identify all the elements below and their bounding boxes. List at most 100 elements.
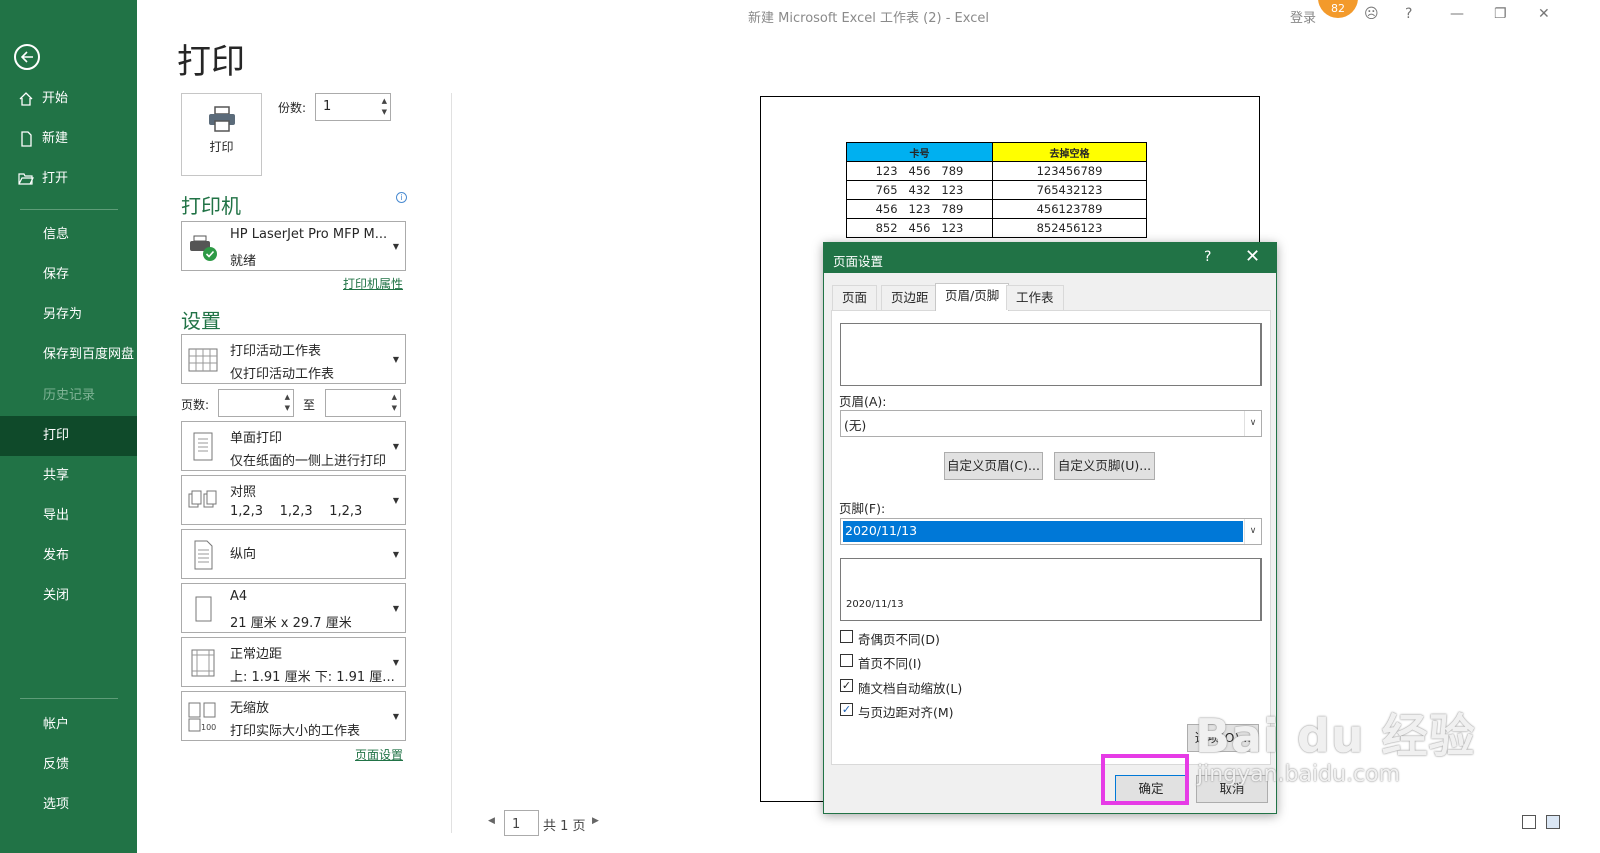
header-preview [840, 323, 1262, 386]
print-button[interactable]: 打印 [181, 93, 262, 176]
show-margins-icon[interactable] [1522, 815, 1536, 829]
page-number-input[interactable]: 1 [504, 810, 539, 836]
nav-item-account[interactable]: 帐户 [0, 705, 137, 745]
nav-item-history: 历史记录 [43, 388, 96, 403]
custom-header-button[interactable]: 自定义页眉(C)... [944, 452, 1043, 480]
nav-item-save-as[interactable]: 另存为 [0, 295, 137, 335]
nav-item-share[interactable]: 共享 [0, 456, 137, 496]
header-select[interactable]: (无) ∨ [840, 410, 1262, 437]
nav-item-home[interactable]: 开始 [0, 79, 137, 119]
paper-size-sub: 21 厘米 x 29.7 厘米 [230, 616, 352, 631]
margins-main: 正常边距 [230, 647, 283, 662]
help-icon[interactable]: ? [1405, 6, 1412, 22]
printer-dropdown[interactable]: HP LaserJet Pro MFP M... 就绪 ▼ [181, 221, 406, 271]
close-icon[interactable]: ✕ [1538, 6, 1550, 22]
paper-size-icon [195, 596, 212, 622]
zoom-to-page-icon[interactable] [1546, 815, 1560, 829]
info-icon[interactable]: i [396, 192, 407, 203]
custom-footer-button[interactable]: 自定义页脚(U)... [1054, 452, 1155, 480]
stepper-arrows-icon[interactable]: ▲ ▼ [285, 392, 290, 414]
minimize-icon[interactable]: — [1450, 6, 1464, 22]
caret-down-icon: ▼ [392, 604, 399, 613]
sign-in-link[interactable]: 登录 [1290, 7, 1316, 26]
check-icon[interactable]: ✓ [840, 703, 853, 716]
table-row: 852 456 123 852456123 [846, 218, 1147, 238]
footer-preview-text: 2020/11/13 [846, 599, 904, 610]
sheet-grid-icon [188, 348, 218, 372]
nav-item-info[interactable]: 信息 [0, 215, 137, 255]
stepper-arrows-icon[interactable]: ▲ ▼ [382, 96, 387, 118]
nav-item-new[interactable]: 新建 [0, 119, 137, 159]
restore-icon[interactable]: ❐ [1494, 6, 1507, 22]
checkbox-box[interactable] [840, 654, 853, 667]
printer-properties-link[interactable]: 打印机属性 [343, 275, 403, 292]
dialog-help-icon[interactable]: ? [1204, 249, 1211, 265]
dialog-close-icon[interactable]: ✕ [1245, 246, 1260, 267]
caret-down-icon: ▼ [392, 550, 399, 559]
next-page-icon[interactable]: ▶ [592, 816, 599, 826]
orientation-dropdown[interactable]: 纵向 ▼ [181, 529, 406, 579]
nav-item-options[interactable]: 选项 [0, 785, 137, 825]
nav-item-feedback[interactable]: 反馈 [0, 745, 137, 785]
checkbox-label: 首页不同(I) [858, 656, 922, 671]
page-setup-link[interactable]: 页面设置 [355, 746, 403, 763]
print-scope-dropdown[interactable]: 打印活动工作表 仅打印活动工作表 ▼ [181, 334, 406, 384]
stepper-arrows-icon[interactable]: ▲ ▼ [392, 392, 397, 414]
nav-item-open[interactable]: 打开 [0, 159, 137, 199]
checkbox-box[interactable] [840, 630, 853, 643]
copies-stepper[interactable]: 1 ▲ ▼ [315, 93, 391, 121]
window-title: 新建 Microsoft Excel 工作表 (2) - Excel [748, 11, 989, 26]
caret-down-icon: ▼ [392, 496, 399, 505]
nav-item-publish[interactable]: 发布 [0, 536, 137, 576]
copies-label: 份数: [278, 101, 307, 115]
collate-sub: 1,2,3 1,2,3 1,2,3 [230, 504, 363, 519]
sides-dropdown[interactable]: 单面打印 仅在纸面的一侧上进行打印 ▼ [181, 421, 406, 471]
print-button-label: 打印 [209, 140, 234, 154]
nav-item-label: 开始 [42, 91, 69, 106]
header-label: 页眉(A): [839, 394, 887, 409]
nav-divider [20, 698, 118, 699]
tab-header-footer[interactable]: 页眉/页脚 [935, 283, 1010, 311]
print-scope-sub: 仅打印活动工作表 [230, 367, 335, 382]
checkbox-label: 与页边距对齐(M) [858, 705, 954, 720]
printer-section-title: 打印机 [181, 194, 241, 218]
nav-item-print[interactable]: 打印 [0, 416, 137, 456]
paper-size-dropdown[interactable]: A4 21 厘米 x 29.7 厘米 ▼ [181, 583, 406, 633]
pages-from-stepper[interactable]: ▲ ▼ [218, 389, 294, 417]
paper-size-main: A4 [230, 589, 248, 604]
svg-text:100: 100 [201, 723, 216, 732]
prev-page-icon[interactable]: ◀ [488, 816, 495, 826]
checkbox-label: 随文档自动缩放(L) [858, 681, 963, 696]
back-arrow-icon[interactable] [14, 44, 40, 70]
collate-dropdown[interactable]: 对照 1,2,3 1,2,3 1,2,3 ▼ [181, 475, 406, 525]
table-cell: 852 456 123 [846, 218, 993, 238]
margins-dropdown[interactable]: 正常边距 上: 1.91 厘米 下: 1.91 厘... ▼ [181, 637, 406, 687]
nav-item-close[interactable]: 关闭 [0, 576, 137, 616]
tab-margins[interactable]: 页边距 [881, 285, 939, 310]
check-icon[interactable]: ✓ [840, 679, 853, 692]
nav-item-export[interactable]: 导出 [0, 496, 137, 536]
one-sided-page-icon [193, 432, 213, 461]
backstage-nav: 开始 新建 打开 信息 保存 另存为 保存到百度网盘 历史记录 打印 共享 导出… [0, 0, 137, 853]
table-row: 123 456 789 123456789 [846, 161, 1147, 181]
nav-item-save[interactable]: 保存 [0, 255, 137, 295]
nav-item-save-baidu[interactable]: 保存到百度网盘 [0, 335, 137, 375]
preview-table: 卡号 去掉空格 123 456 789 123456789 765 432 123… [846, 142, 1147, 238]
feedback-face-icon[interactable]: ☹ [1364, 6, 1379, 22]
chevron-down-icon[interactable]: ∨ [1244, 519, 1261, 544]
table-cell: 123 456 789 [846, 161, 993, 181]
margins-icon [191, 649, 215, 677]
tab-sheet[interactable]: 工作表 [1006, 285, 1064, 310]
chevron-down-icon[interactable]: ∨ [1244, 411, 1261, 436]
table-row: 765 432 123 765432123 [846, 180, 1147, 200]
page-title: 打印 [177, 42, 245, 82]
table-cell: 456123789 [992, 199, 1147, 219]
no-scaling-icon: 100 [188, 702, 216, 732]
scaling-dropdown[interactable]: 100 无缩放 打印实际大小的工作表 ▼ [181, 691, 406, 741]
tab-page[interactable]: 页面 [832, 285, 878, 310]
pages-to-stepper[interactable]: ▲ ▼ [325, 389, 401, 417]
table-cell: 123456789 [992, 161, 1147, 181]
footer-select[interactable]: 2020/11/13 ∨ [840, 518, 1262, 545]
pages-label: 页数: [181, 398, 210, 412]
margins-sub: 上: 1.91 厘米 下: 1.91 厘... [230, 670, 395, 685]
